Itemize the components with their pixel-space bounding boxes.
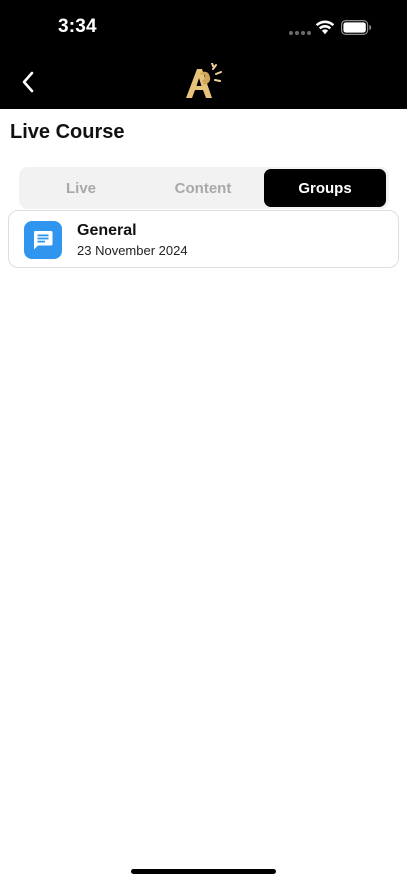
- status-bar: 3:34: [0, 0, 407, 56]
- group-name: General: [77, 222, 137, 239]
- battery-icon: [341, 20, 372, 35]
- tab-bar: Live Content Groups: [19, 167, 389, 209]
- group-date: 23 November 2024: [77, 243, 188, 258]
- chat-bubble-icon: [33, 231, 53, 250]
- home-indicator[interactable]: [131, 869, 276, 874]
- group-avatar: [24, 221, 62, 259]
- tab-content[interactable]: Content: [142, 167, 264, 209]
- tab-groups[interactable]: Groups: [264, 169, 386, 207]
- stylized-a-logo-icon: [186, 63, 222, 98]
- screen: 3:34 Live Course Live Content Groups Gen…: [0, 0, 407, 883]
- header: 3:34: [0, 0, 407, 109]
- tab-live[interactable]: Live: [22, 167, 140, 209]
- status-time: 3:34: [58, 16, 97, 37]
- cellular-signal-icon: [289, 30, 311, 35]
- nav-bar: [0, 56, 407, 109]
- chevron-left-icon: [22, 71, 34, 93]
- back-button[interactable]: [14, 66, 42, 98]
- group-list-item[interactable]: General 23 November 2024: [8, 210, 399, 268]
- wifi-icon: [315, 20, 335, 35]
- page-title: Live Course: [10, 121, 125, 143]
